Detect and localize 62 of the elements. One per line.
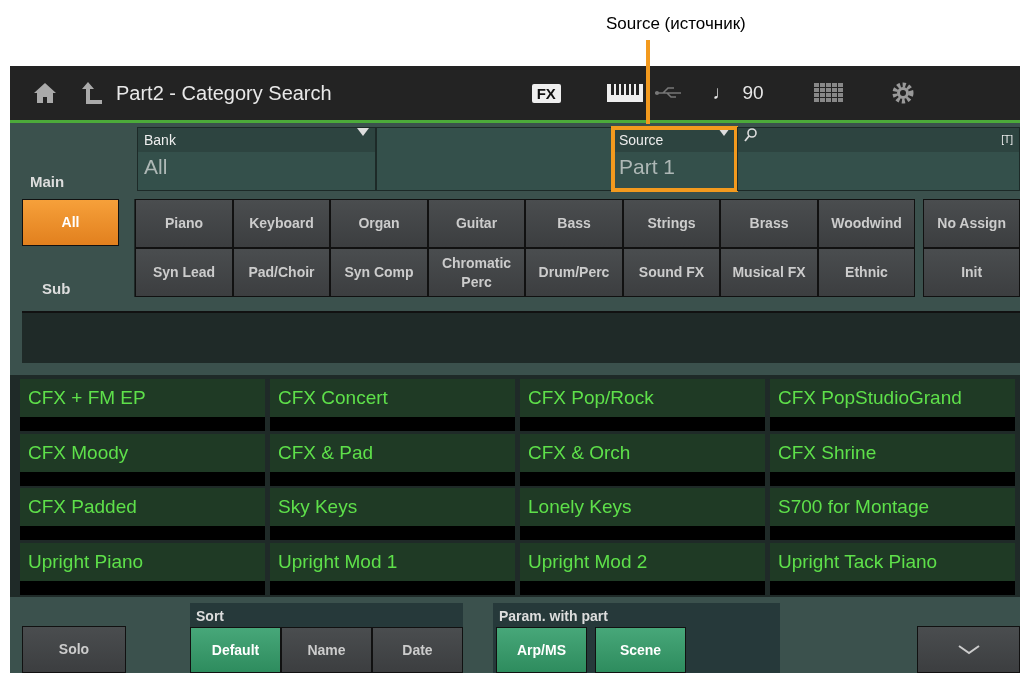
result-item[interactable]: Upright Mod 1	[270, 542, 515, 581]
category-button[interactable]: Pad/Choir	[232, 248, 331, 297]
sort-button[interactable]: Default	[190, 627, 281, 673]
category-button[interactable]: Syn Lead	[135, 248, 233, 297]
tempo-display[interactable]: ♩ 90	[712, 82, 764, 104]
result-item[interactable]: CFX & Pad	[270, 433, 515, 472]
page-title: Part2 - Category Search	[116, 81, 332, 105]
bank-dropdown[interactable]: Bank All	[137, 127, 376, 191]
home-icon[interactable]	[34, 83, 56, 103]
category-button[interactable]: Sound FX	[622, 248, 721, 297]
result-item[interactable]: S700 for Montage	[770, 488, 1015, 526]
category-button[interactable]: Chromatic Perc	[427, 248, 526, 297]
back-arrow-icon[interactable]	[82, 82, 102, 104]
grid-icon[interactable]	[813, 83, 844, 103]
sort-button[interactable]: Date	[372, 627, 463, 673]
main-category-label: Main	[29, 172, 66, 191]
param-toggle[interactable]: Arp/MS	[496, 627, 587, 673]
result-item[interactable]: CFX Shrine	[770, 433, 1015, 472]
category-button[interactable]: Guitar	[427, 199, 526, 248]
category-button[interactable]: Ethnic	[817, 248, 916, 297]
dropdown-arrow-icon	[357, 128, 369, 136]
search-icon	[744, 128, 758, 142]
result-item[interactable]: CFX Padded	[20, 488, 265, 526]
category-button[interactable]: Woodwind	[817, 199, 916, 248]
result-item[interactable]: CFX + FM EP	[20, 379, 265, 417]
category-button[interactable]: Drum/Perc	[525, 248, 623, 297]
category-button[interactable]: Organ	[330, 199, 428, 248]
result-item[interactable]: Upright Mod 2	[520, 542, 765, 581]
result-item[interactable]: Lonely Keys	[520, 488, 765, 526]
sub-category-label: Sub	[42, 280, 72, 297]
solo-button[interactable]: Solo	[22, 626, 126, 673]
category-button[interactable]: Brass	[720, 199, 818, 248]
result-item[interactable]: CFX Concert	[270, 379, 515, 417]
result-item[interactable]: CFX PopStudioGrand	[770, 379, 1015, 417]
param-toggle[interactable]: Scene	[595, 627, 686, 673]
category-button[interactable]: Bass	[525, 199, 623, 248]
category-button[interactable]: Syn Comp	[330, 248, 428, 297]
category-button[interactable]: Init	[923, 248, 1020, 297]
result-item[interactable]: CFX Moody	[20, 433, 265, 472]
usb-icon	[654, 86, 683, 100]
sort-button[interactable]: Name	[281, 627, 372, 673]
result-item[interactable]: CFX Pop/Rock	[520, 379, 765, 417]
fx-indicator[interactable]: FX	[531, 83, 561, 103]
sort-label: Sort	[195, 607, 225, 626]
source-dropdown[interactable]: Source Part 1	[612, 127, 737, 191]
param-label: Param. with part	[498, 607, 609, 626]
text-input-hint: [T]	[1001, 133, 1013, 147]
category-button[interactable]: No Assign	[923, 199, 1020, 248]
category-button[interactable]: Keyboard	[232, 199, 331, 248]
settings-icon[interactable]	[891, 82, 914, 104]
dropdown-arrow-icon	[718, 128, 730, 136]
category-button[interactable]: Piano	[135, 199, 233, 248]
result-item[interactable]: Upright Tack Piano	[770, 542, 1015, 581]
search-field[interactable]: [T]	[737, 127, 1020, 191]
result-item[interactable]: CFX & Orch	[520, 433, 765, 472]
keyboard-icon[interactable]	[606, 84, 643, 102]
result-item[interactable]: Sky Keys	[270, 488, 515, 526]
result-item[interactable]: Upright Piano	[20, 542, 265, 581]
callout-label: Source (источник)	[606, 14, 746, 34]
chevron-down-icon	[957, 644, 980, 655]
category-button[interactable]: Strings	[622, 199, 721, 248]
category-button[interactable]: Musical FX	[720, 248, 818, 297]
